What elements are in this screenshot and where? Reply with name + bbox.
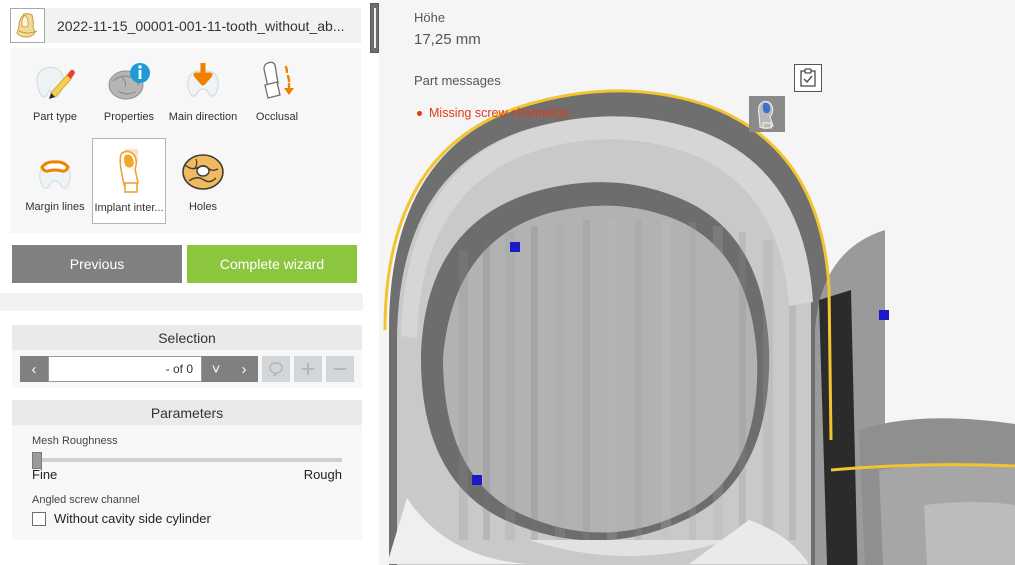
selection-next-button[interactable]: ›	[230, 356, 258, 382]
model-viewport[interactable]: Höhe 17,25 mm Part messages Missing scre…	[379, 0, 1015, 565]
parameters-header: Parameters	[12, 400, 362, 425]
tool-label: Part type	[32, 111, 78, 123]
tool-label: Implant inter...	[94, 202, 164, 214]
tool-main-direction[interactable]: Main direction	[166, 48, 240, 134]
tool-implant-interface[interactable]: Implant inter...	[92, 138, 166, 224]
tool-label: Holes	[188, 201, 218, 213]
tooth-pencil-icon	[28, 52, 82, 110]
viewport-overlay: Höhe 17,25 mm Part messages Missing scre…	[379, 0, 1015, 150]
slider-thumb[interactable]	[32, 452, 42, 469]
selection-input[interactable]: - of 0	[48, 356, 202, 382]
part-title-bar: 2022-11-15_00001-001-11-tooth_without_ab…	[10, 8, 361, 43]
lasso-icon[interactable]	[262, 356, 290, 382]
bullet-icon	[417, 110, 422, 116]
wizard-buttons: Previous Complete wizard	[12, 245, 357, 283]
selection-dropdown-button[interactable]: ˅	[202, 356, 230, 382]
abutment-view-icon[interactable]	[749, 96, 785, 132]
wizard-panel: 2022-11-15_00001-001-11-tooth_without_ab…	[0, 0, 370, 565]
control-point-marker[interactable]	[472, 475, 482, 485]
scrollbar-thumb[interactable]	[370, 3, 379, 53]
slider-min-label: Fine	[32, 467, 58, 482]
tool-label: Occlusal	[255, 111, 299, 123]
tool-label: Properties	[103, 111, 155, 123]
panel-scrollbar[interactable]	[370, 0, 379, 565]
height-value: 17,25 mm	[414, 31, 481, 48]
tool-label: Main direction	[168, 111, 238, 123]
abutment-thumbnail-icon	[10, 8, 45, 43]
tool-properties[interactable]: Properties	[92, 48, 166, 134]
previous-button[interactable]: Previous	[12, 245, 182, 283]
remove-button[interactable]	[326, 356, 354, 382]
abutment-interface-icon	[104, 143, 154, 201]
toolbar-row-1: Part type Properties Main direction Occl…	[10, 48, 361, 134]
tool-holes[interactable]: Holes	[166, 138, 240, 224]
part-messages-label: Part messages	[414, 73, 501, 88]
tooth-margin-icon	[28, 142, 82, 200]
without-cavity-side-cylinder-checkbox[interactable]	[32, 511, 46, 526]
tool-occlusal[interactable]: Occlusal	[240, 48, 314, 134]
toolbar-row-2: Margin lines Implant inter... Holes	[10, 138, 361, 224]
wizard-toolbar: Part type Properties Main direction Occl…	[10, 48, 361, 233]
tool-margin-lines[interactable]: Margin lines	[18, 138, 92, 224]
mesh-roughness-label: Mesh Roughness	[32, 435, 118, 447]
tooth-info-icon	[102, 52, 156, 110]
selection-group: Selection ‹ - of 0 ˅ ›	[12, 325, 362, 388]
selection-row: ‹ - of 0 ˅ ›	[12, 350, 362, 388]
tool-part-type[interactable]: Part type	[18, 48, 92, 134]
control-point-marker[interactable]	[879, 310, 889, 320]
complete-wizard-button[interactable]: Complete wizard	[187, 245, 357, 283]
clipboard-check-icon[interactable]	[794, 64, 822, 92]
abutment-arrow-icon	[250, 52, 304, 110]
holes-icon	[176, 142, 230, 200]
angled-screw-channel-label: Angled screw channel	[32, 494, 140, 506]
selection-prev-button[interactable]: ‹	[20, 356, 48, 382]
tool-label: Margin lines	[25, 201, 85, 213]
mesh-roughness-slider[interactable]	[32, 452, 342, 469]
height-label: Höhe	[414, 10, 446, 25]
page-title: 2022-11-15_00001-001-11-tooth_without_ab…	[57, 17, 345, 34]
checkbox-label: Without cavity side cylinder	[54, 511, 211, 526]
part-message-text: Missing screw channel(s)	[429, 106, 570, 120]
tooth-down-arrow-icon	[176, 52, 230, 110]
slider-track	[32, 458, 342, 462]
parameters-group: Parameters Mesh Roughness Fine Rough Ang…	[12, 400, 362, 540]
part-message-item: Missing screw channel(s)	[417, 106, 569, 120]
control-point-marker[interactable]	[510, 242, 520, 252]
selection-header: Selection	[12, 325, 362, 350]
add-button[interactable]	[294, 356, 322, 382]
slider-max-label: Rough	[303, 467, 342, 482]
panel-separator	[0, 293, 363, 311]
